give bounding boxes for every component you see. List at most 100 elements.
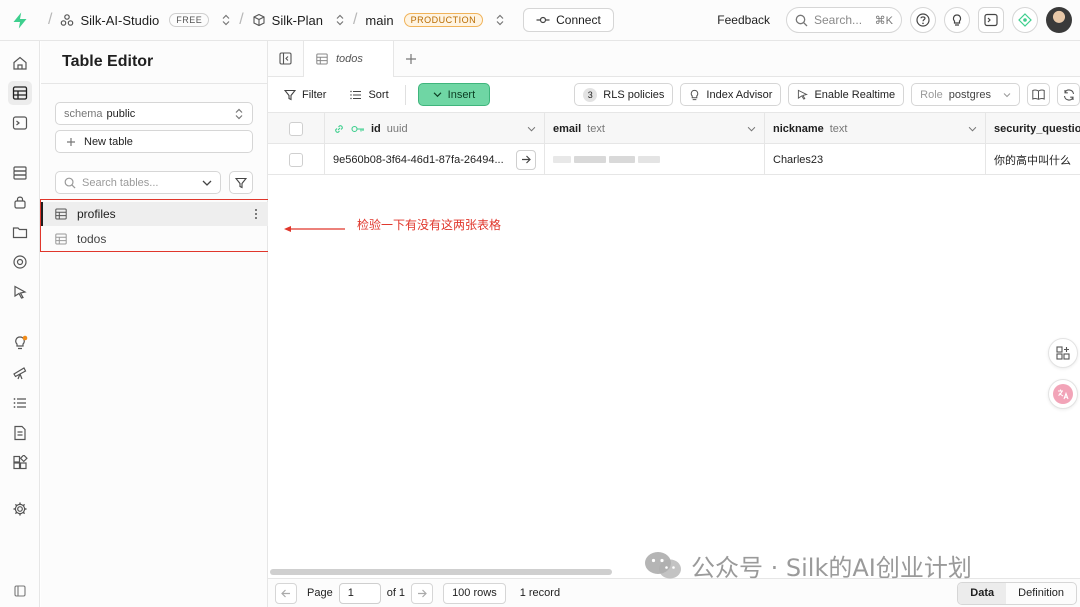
select-all-cell (268, 113, 325, 144)
rls-label: RLS policies (603, 88, 665, 101)
help-button[interactable] (910, 7, 936, 33)
rows-label: 100 rows (452, 587, 497, 599)
rls-policies-button[interactable]: 3 RLS policies (574, 83, 674, 106)
data-view-button[interactable]: Data (958, 582, 1007, 604)
column-header-nickname[interactable]: nickname text (765, 113, 986, 144)
column-type: text (829, 122, 848, 135)
nav-storage[interactable] (8, 220, 32, 244)
table-row[interactable]: 9e560b08-3f64-46d1-87fa-26494... Charles… (268, 144, 1080, 175)
lightbulb-icon (952, 14, 962, 26)
translate-float-button[interactable] (1048, 379, 1078, 409)
project-selector[interactable]: Silk-Plan (252, 13, 345, 28)
nav-database[interactable] (8, 161, 32, 185)
new-table-button[interactable]: New table (55, 130, 253, 153)
schema-selector[interactable]: schema public (55, 102, 253, 125)
nav-advisors[interactable] (8, 331, 32, 355)
column-header-id[interactable]: id uuid (325, 113, 545, 144)
chevron-down-icon[interactable] (747, 126, 756, 132)
table-item-todos[interactable]: todos (41, 227, 268, 251)
sort-button[interactable]: Sort (342, 83, 396, 106)
role-selector[interactable]: Role postgres (911, 83, 1020, 106)
refresh-button[interactable] (1057, 83, 1080, 106)
search-tables-input[interactable]: Search tables... (55, 171, 221, 194)
chevron-down-icon[interactable] (202, 179, 212, 187)
connect-button[interactable]: Connect (523, 8, 614, 32)
chevron-down-icon[interactable] (527, 126, 536, 132)
tips-button[interactable] (944, 7, 970, 33)
cell-email[interactable] (545, 144, 765, 175)
user-avatar[interactable] (1046, 7, 1072, 33)
nav-observability[interactable] (8, 361, 32, 385)
org-selector[interactable]: Silk-AI-Studio FREE (60, 13, 231, 28)
nav-home[interactable] (8, 51, 32, 75)
new-table-label: New table (84, 135, 133, 148)
horizontal-scrollbar[interactable] (270, 569, 612, 575)
arrow-left-icon (281, 589, 290, 597)
rows-per-page-button[interactable]: 100 rows (443, 582, 506, 604)
column-header-security-question[interactable]: security_questio (986, 113, 1080, 144)
breadcrumb-separator: / (352, 11, 358, 28)
nav-settings[interactable] (8, 497, 32, 521)
column-type: uuid (386, 122, 408, 135)
cell-security-question[interactable]: 你的高中叫什么 (986, 144, 1080, 175)
more-vertical-icon[interactable] (254, 208, 258, 220)
gear-icon (13, 502, 27, 516)
table-item-profiles[interactable]: profiles (41, 202, 268, 226)
nav-realtime[interactable] (8, 280, 32, 304)
link-icon (335, 124, 343, 133)
table-toolbar: Filter Sort Insert 3 RLS policies Index … (268, 77, 1080, 113)
book-icon (1032, 89, 1045, 100)
chevron-down-icon[interactable] (968, 126, 977, 132)
enable-realtime-button[interactable]: Enable Realtime (788, 83, 905, 106)
nav-integrations[interactable] (8, 451, 32, 475)
cell-id[interactable]: 9e560b08-3f64-46d1-87fa-26494... (325, 144, 545, 175)
nav-collapse[interactable] (8, 579, 32, 603)
table-item-label: todos (77, 232, 107, 246)
filter-icon (284, 89, 296, 100)
table-icon (55, 208, 67, 220)
tab-todos[interactable]: todos (304, 40, 394, 77)
select-all-checkbox[interactable] (289, 121, 303, 136)
table-item-label: profiles (77, 207, 116, 221)
database-icon (13, 166, 27, 180)
docs-button[interactable] (1027, 83, 1050, 106)
filter-button[interactable]: Filter (276, 83, 334, 106)
apps-float-button[interactable] (1048, 338, 1078, 368)
sort-label: Sort (368, 88, 389, 101)
record-count: 1 record (519, 587, 561, 599)
terminal-button[interactable] (978, 7, 1004, 33)
nav-logs[interactable] (8, 391, 32, 415)
filter-tables-button[interactable] (229, 171, 253, 194)
rls-count: 3 (583, 87, 598, 102)
insert-button[interactable]: Insert (417, 83, 491, 106)
filter-label: Filter (302, 88, 327, 101)
refresh-icon (1063, 88, 1074, 101)
add-tab-button[interactable] (394, 41, 428, 77)
open-row-button[interactable] (516, 149, 536, 170)
search-icon (795, 14, 808, 26)
supabase-logo-icon[interactable] (0, 0, 40, 41)
help-icon (916, 13, 930, 27)
definition-view-button[interactable]: Definition (1006, 583, 1076, 604)
global-search-input[interactable]: Search... ⌘K (786, 7, 902, 33)
assistant-button[interactable] (1012, 7, 1038, 33)
index-advisor-button[interactable]: Index Advisor (680, 83, 782, 106)
redacted-email (553, 156, 660, 163)
feedback-link[interactable]: Feedback (717, 13, 770, 27)
nav-sql-editor[interactable] (8, 111, 32, 135)
prev-page-button[interactable] (275, 582, 297, 604)
cell-nickname[interactable]: Charles23 (765, 144, 986, 175)
column-header-email[interactable]: email text (545, 113, 765, 144)
chevron-down-icon (433, 92, 442, 98)
nav-edge-functions[interactable] (8, 250, 32, 274)
next-page-button[interactable] (411, 582, 434, 604)
collapse-sidebar-button[interactable] (268, 40, 304, 77)
terminal-icon (12, 116, 28, 130)
nav-auth[interactable] (8, 190, 32, 214)
branch-selector[interactable]: main PRODUCTION (365, 13, 505, 28)
nav-api-docs[interactable] (8, 421, 32, 445)
page-input[interactable]: 1 (338, 582, 381, 604)
sidebar-divider (41, 83, 268, 84)
nav-table-editor[interactable] (8, 81, 32, 105)
row-checkbox[interactable] (289, 152, 303, 167)
